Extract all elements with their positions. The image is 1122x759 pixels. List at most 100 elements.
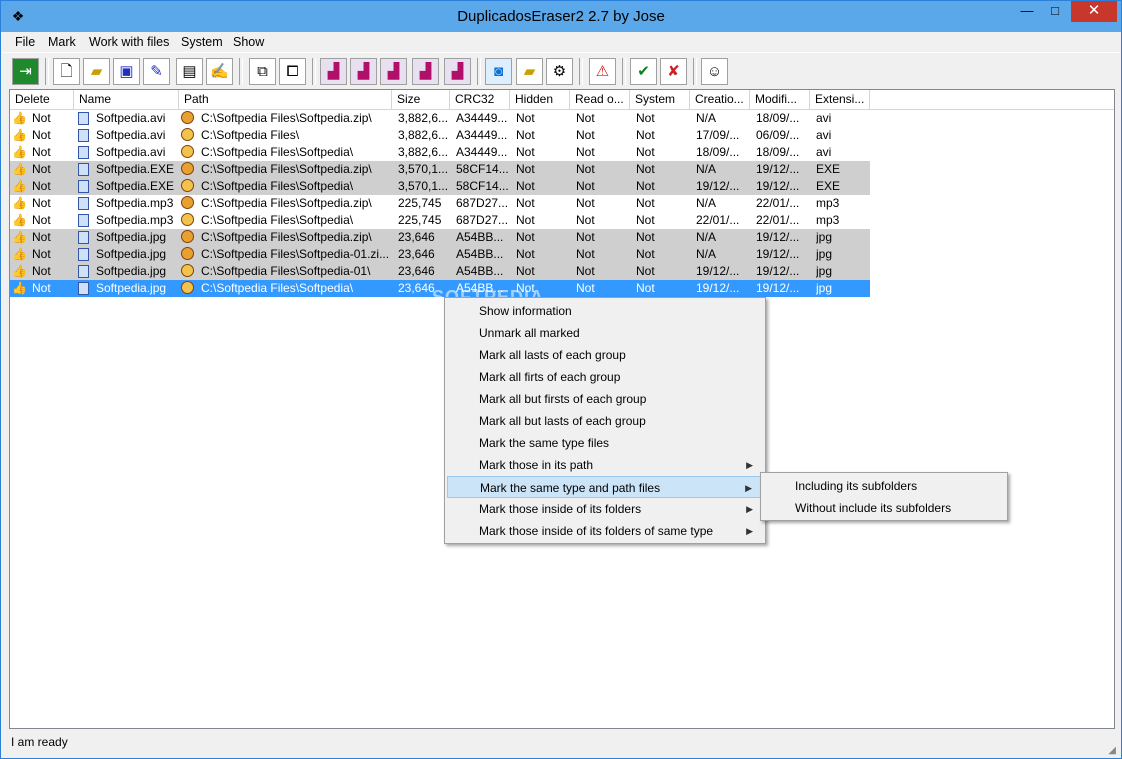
settings-icon[interactable]: ⚙ — [546, 58, 573, 85]
context-menu-item[interactable]: Mark the same type files — [447, 432, 763, 454]
column-path[interactable]: Path — [179, 90, 392, 109]
folder-icon[interactable]: ▰ — [516, 58, 543, 85]
filter-icon-1[interactable]: ▟ — [320, 58, 347, 85]
size-value: 3,882,6... — [398, 111, 448, 125]
table-row[interactable]: 👍 Not Softpedia.jpg C:\Softpedia Files\Soft… — [10, 263, 870, 280]
context-menu-item-label: Mark those inside of its folders — [479, 502, 642, 516]
file-icon — [78, 282, 89, 295]
context-menu-item[interactable]: Mark all but firsts of each group — [447, 388, 763, 410]
table-row[interactable]: 👍 Not Softpedia.avi C:\Softpedia Files\ 3,88… — [10, 127, 870, 144]
open-folder-icon[interactable]: ▰ — [83, 58, 110, 85]
column-crc32[interactable]: CRC32 — [450, 90, 510, 109]
delete-value: Not — [32, 213, 51, 227]
read-only-value: Not — [576, 196, 595, 210]
extension-value: EXE — [816, 162, 841, 176]
submenu-arrow-icon: ▶ — [746, 460, 753, 470]
context-menu-item[interactable]: Mark all firts of each group — [447, 366, 763, 388]
creation-value: 19/12/... — [696, 179, 740, 193]
name-value: Softpedia.jpg — [96, 230, 167, 244]
column-extension[interactable]: Extensi... — [810, 90, 870, 109]
save-as-icon[interactable]: ✎ — [143, 58, 170, 85]
context-menu-item[interactable]: Mark all but lasts of each group — [447, 410, 763, 432]
table-row[interactable]: 👍 Not Softpedia.EXE C:\Softpedia Files\Soft… — [10, 178, 870, 195]
submenu-arrow-icon: ▶ — [746, 504, 753, 514]
column-system[interactable]: System — [630, 90, 690, 109]
filter-icon-5[interactable]: ▟ — [444, 58, 471, 85]
list-header: Delete Name Path Size CRC32 Hidden Read … — [10, 90, 1114, 110]
crc32-value: 58CF14... — [456, 162, 508, 176]
filter-icon-4[interactable]: ▟ — [412, 58, 439, 85]
creation-value: N/A — [696, 230, 717, 244]
resize-grip-icon[interactable]: ◢ — [1108, 745, 1116, 756]
window-title: DuplicadosEraser2 2.7 by Jose — [457, 8, 665, 25]
file-icon — [78, 197, 89, 210]
column-hidden[interactable]: Hidden — [510, 90, 570, 109]
column-delete[interactable]: Delete — [10, 90, 74, 109]
table-row[interactable]: 👍 Not Softpedia.jpg C:\Softpedia Files\Soft… — [10, 246, 870, 263]
close-button[interactable]: ✕ — [1071, 1, 1117, 22]
column-modified[interactable]: Modifi... — [750, 90, 810, 109]
menu-work-with-files[interactable]: Work with files — [89, 35, 169, 49]
delete-value: Not — [32, 264, 51, 278]
context-menu-item[interactable]: Mark those inside of its folders of same… — [447, 520, 763, 542]
filter-icon-3[interactable]: ▟ — [380, 58, 407, 85]
compare-list-icon[interactable]: ⧠ — [279, 58, 306, 85]
smiley-icon[interactable]: ☺ — [701, 58, 728, 85]
creation-value: 22/01/... — [696, 213, 740, 227]
system-value: Not — [636, 111, 655, 125]
warning-icon[interactable]: ⚠ — [589, 58, 616, 85]
maximize-button[interactable]: □ — [1041, 1, 1069, 22]
column-name[interactable]: Name — [74, 90, 179, 109]
context-menu-item[interactable]: Show information — [447, 300, 763, 322]
menu-show[interactable]: Show — [233, 35, 264, 49]
table-row[interactable]: 👍 Not Softpedia.EXE C:\Softpedia Files\Soft… — [10, 161, 870, 178]
context-menu-item[interactable]: Mark those in its path ▶ — [447, 454, 763, 476]
creation-value: 19/12/... — [696, 264, 740, 278]
table-row[interactable]: 👍 Not Softpedia.jpg C:\Softpedia Files\Soft… — [10, 229, 870, 246]
title-bar[interactable]: ❖ DuplicadosEraser2 2.7 by Jose — □ ✕ — [1, 1, 1121, 32]
size-value: 23,646 — [398, 247, 435, 261]
name-value: Softpedia.jpg — [96, 247, 167, 261]
archive-icon — [181, 196, 194, 209]
table-row[interactable]: 👍 Not Softpedia.mp3 C:\Softpedia Files\Soft… — [10, 195, 870, 212]
thumb-icon: 👍 — [12, 145, 27, 159]
delete-value: Not — [32, 111, 51, 125]
delete-check-icon[interactable]: ✔ — [630, 58, 657, 85]
thumb-icon: 👍 — [12, 230, 27, 244]
column-size[interactable]: Size — [392, 90, 450, 109]
submenu-item-without-subfolders[interactable]: Without include its subfolders — [763, 497, 1007, 519]
context-menu-item[interactable]: Mark the same type and path files ▶ — [447, 476, 763, 498]
delete-value: Not — [32, 281, 51, 295]
column-creation[interactable]: Creatio... — [690, 90, 750, 109]
menu-file[interactable]: File — [15, 35, 35, 49]
menu-system[interactable]: System — [181, 35, 223, 49]
thumb-icon: 👍 — [12, 281, 27, 295]
menu-mark[interactable]: Mark — [48, 35, 76, 49]
submenu: Including its subfolders Without include… — [760, 472, 1008, 521]
bucket-icon[interactable]: ◙ — [485, 58, 512, 85]
context-menu-item[interactable]: Unmark all marked — [447, 322, 763, 344]
new-icon[interactable]: 🗋 — [53, 58, 80, 85]
table-row[interactable]: 👍 Not Softpedia.avi C:\Softpedia Files\Soft… — [10, 144, 870, 161]
column-read-only[interactable]: Read o... — [570, 90, 630, 109]
context-menu-item[interactable]: Mark those inside of its folders ▶ — [447, 498, 763, 520]
toolbar-separator — [45, 58, 49, 85]
system-value: Not — [636, 213, 655, 227]
file-icon — [78, 265, 89, 278]
delete-cancel-icon[interactable]: ✘ — [660, 58, 687, 85]
filter-icon-2[interactable]: ▟ — [350, 58, 377, 85]
name-value: Softpedia.mp3 — [96, 196, 174, 210]
edit-icon[interactable]: ✍ — [206, 58, 233, 85]
context-menu-item[interactable]: Mark all lasts of each group — [447, 344, 763, 366]
exit-icon[interactable]: ⇥ — [12, 58, 39, 85]
path-value: C:\Softpedia Files\Softpedia.zip\ — [201, 196, 372, 210]
minimize-button[interactable]: — — [1013, 1, 1041, 22]
table-row[interactable]: 👍 Not Softpedia.mp3 C:\Softpedia Files\Soft… — [10, 212, 870, 229]
report-icon[interactable]: ▤ — [176, 58, 203, 85]
archive-icon — [181, 230, 194, 243]
table-row[interactable]: 👍 Not Softpedia.avi C:\Softpedia Files\Soft… — [10, 110, 870, 127]
save-icon[interactable]: ▣ — [113, 58, 140, 85]
compare-icon[interactable]: ⧉ — [249, 58, 276, 85]
system-value: Not — [636, 196, 655, 210]
submenu-item-including-subfolders[interactable]: Including its subfolders — [763, 475, 1007, 497]
